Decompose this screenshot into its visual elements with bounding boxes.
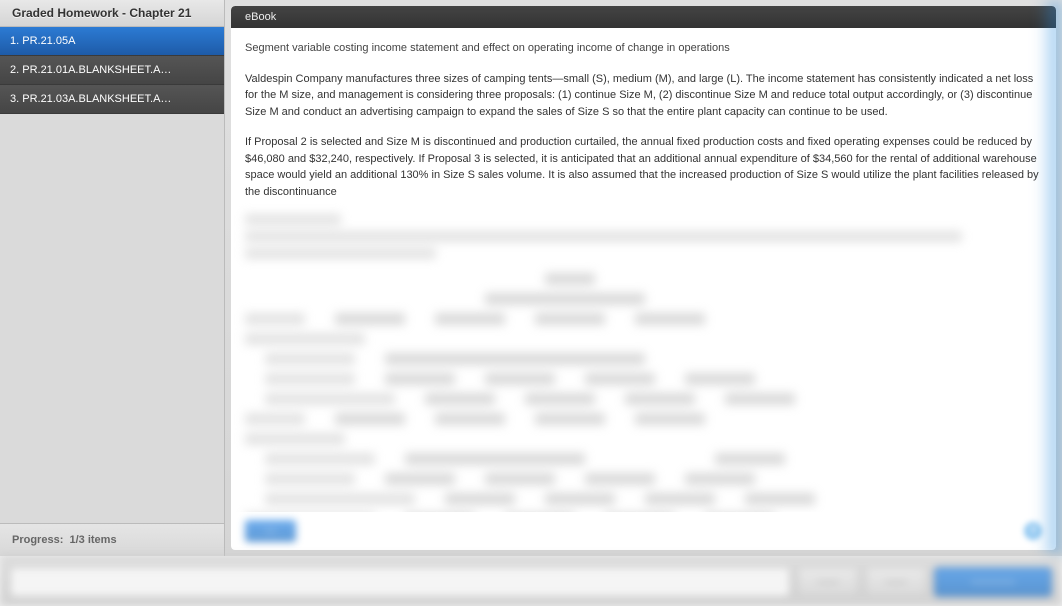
- check-work-button[interactable]: —: [245, 520, 296, 542]
- problem-paragraph-2: If Proposal 2 is selected and Size M is …: [245, 134, 1042, 200]
- blurred-table: [245, 273, 1042, 512]
- sidebar-items-list: 1. PR.21.05A 2. PR.21.01A.BLANKSHEET.A… …: [0, 27, 224, 523]
- progress-footer: Progress: 1/3 items: [0, 523, 224, 556]
- bottom-btn-1[interactable]: ——: [798, 567, 858, 597]
- sidebar: Graded Homework - Chapter 21 1. PR.21.05…: [0, 0, 225, 556]
- blurred-instructions: [245, 214, 1042, 512]
- sidebar-header: Graded Homework - Chapter 21: [0, 0, 224, 27]
- main-panel: eBook Segment variable costing income st…: [231, 6, 1056, 550]
- sidebar-item-q2[interactable]: 2. PR.21.01A.BLANKSHEET.A…: [0, 56, 224, 85]
- bottom-btn-2[interactable]: ——: [866, 567, 926, 597]
- bottom-btn-submit[interactable]: ————: [934, 567, 1052, 597]
- bottom-input[interactable]: [10, 567, 790, 597]
- progress-value: 1/3 items: [69, 534, 116, 546]
- main-footer: — ?: [231, 512, 1056, 550]
- main-header: eBook: [231, 6, 1056, 28]
- right-edge-glow: [1038, 0, 1062, 556]
- main-content: Segment variable costing income statemen…: [231, 28, 1056, 512]
- problem-paragraph-1: Valdespin Company manufactures three siz…: [245, 71, 1042, 121]
- bottom-bar: —— —— ————: [0, 556, 1062, 606]
- sidebar-item-q3[interactable]: 3. PR.21.03A.BLANKSHEET.A…: [0, 85, 224, 114]
- sidebar-item-q1[interactable]: 1. PR.21.05A: [0, 27, 224, 56]
- problem-title: Segment variable costing income statemen…: [245, 40, 1042, 57]
- progress-label: Progress:: [12, 534, 63, 546]
- ebook-link[interactable]: eBook: [245, 11, 276, 23]
